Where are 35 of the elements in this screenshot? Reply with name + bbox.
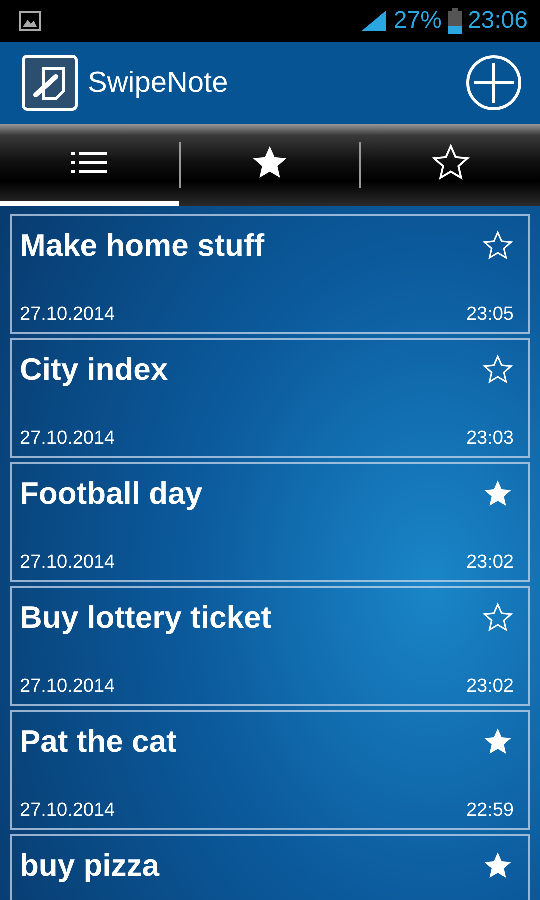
note-title: Pat the cat (20, 724, 177, 760)
clock: 23:06 (468, 7, 528, 35)
signal-icon (360, 9, 388, 33)
note-title: Buy lottery ticket (20, 600, 272, 636)
note-date: 27.10.2014 (20, 800, 116, 822)
note-card[interactable]: Pat the cat 27.10.2014 22:59 (10, 710, 530, 830)
note-date: 27.10.2014 (20, 428, 116, 450)
star-outline-icon[interactable] (482, 230, 514, 262)
battery-icon (448, 8, 462, 34)
note-card[interactable]: Buy lottery ticket 27.10.2014 23:02 (10, 586, 530, 706)
app-logo-icon[interactable] (22, 55, 78, 111)
list-icon (69, 150, 110, 174)
battery-percent: 27% (394, 7, 442, 35)
star-outline-icon (430, 142, 471, 182)
note-title: buy pizza (20, 848, 160, 884)
note-card[interactable]: Football day 27.10.2014 23:02 (10, 462, 530, 582)
note-title: Football day (20, 476, 203, 512)
note-card[interactable]: buy pizza (10, 834, 530, 900)
star-outline-icon[interactable] (482, 354, 514, 386)
note-title: Make home stuff (20, 228, 265, 264)
note-time: 23:02 (466, 552, 514, 574)
note-time: 23:05 (466, 304, 514, 326)
note-time: 22:59 (466, 800, 514, 822)
note-time: 23:03 (466, 428, 514, 450)
image-notification-icon (18, 9, 42, 33)
add-note-button[interactable] (466, 55, 522, 111)
note-date: 27.10.2014 (20, 552, 116, 574)
note-card[interactable]: Make home stuff 27.10.2014 23:05 (10, 214, 530, 334)
note-card[interactable]: City index 27.10.2014 23:03 (10, 338, 530, 458)
note-title: City index (20, 352, 168, 388)
app-title: SwipeNote (88, 66, 228, 100)
note-date: 27.10.2014 (20, 676, 116, 698)
note-time: 23:02 (466, 676, 514, 698)
star-outline-icon[interactable] (482, 602, 514, 634)
note-date: 27.10.2014 (20, 304, 116, 326)
